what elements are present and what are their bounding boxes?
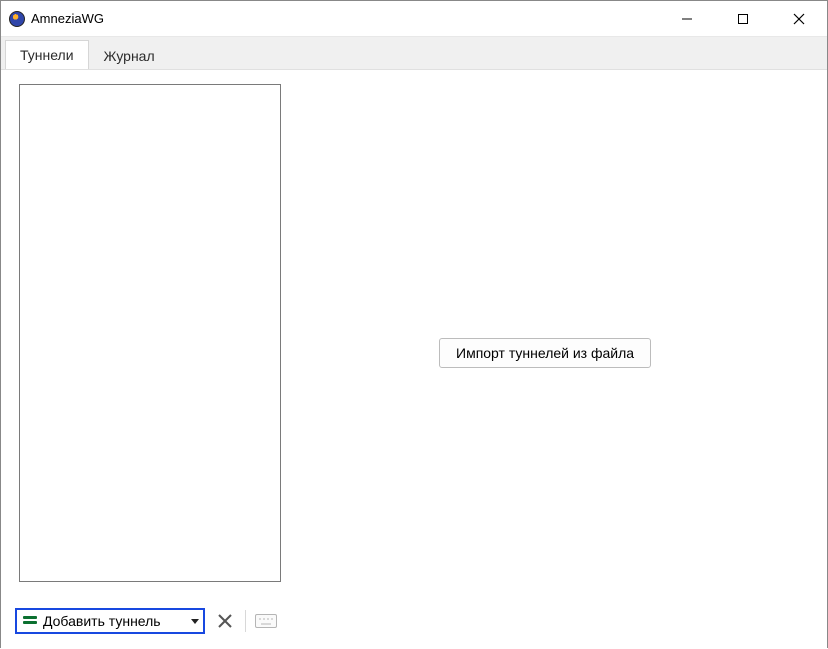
close-icon — [793, 13, 805, 25]
delete-tunnel-button[interactable] — [211, 608, 239, 634]
tab-log[interactable]: Журнал — [89, 41, 170, 70]
add-tunnel-label: Добавить туннель — [43, 613, 161, 629]
maximize-button[interactable] — [715, 1, 771, 36]
import-from-file-button[interactable]: Импорт туннелей из файла — [439, 338, 651, 368]
keyboard-icon — [255, 614, 277, 628]
content-area: Импорт туннелей из файла Добавить туннел… — [1, 69, 827, 649]
keyboard-button[interactable] — [252, 608, 280, 634]
x-icon — [217, 613, 233, 629]
maximize-icon — [737, 13, 749, 25]
bottom-toolbar: Добавить туннель — [15, 607, 280, 635]
window-controls — [659, 1, 827, 36]
tunnel-list[interactable] — [19, 84, 281, 582]
add-tunnel-button[interactable]: Добавить туннель — [15, 608, 205, 634]
close-button[interactable] — [771, 1, 827, 36]
tunnel-icon — [23, 616, 37, 626]
dropdown-caret-icon — [191, 619, 199, 624]
tab-tunnels[interactable]: Туннели — [5, 40, 89, 70]
minimize-icon — [681, 13, 693, 25]
window-title: AmneziaWG — [31, 11, 104, 26]
titlebar: AmneziaWG — [1, 1, 827, 37]
tabbar: Туннели Журнал — [1, 37, 827, 69]
minimize-button[interactable] — [659, 1, 715, 36]
toolbar-divider — [245, 610, 246, 632]
app-icon — [9, 11, 25, 27]
